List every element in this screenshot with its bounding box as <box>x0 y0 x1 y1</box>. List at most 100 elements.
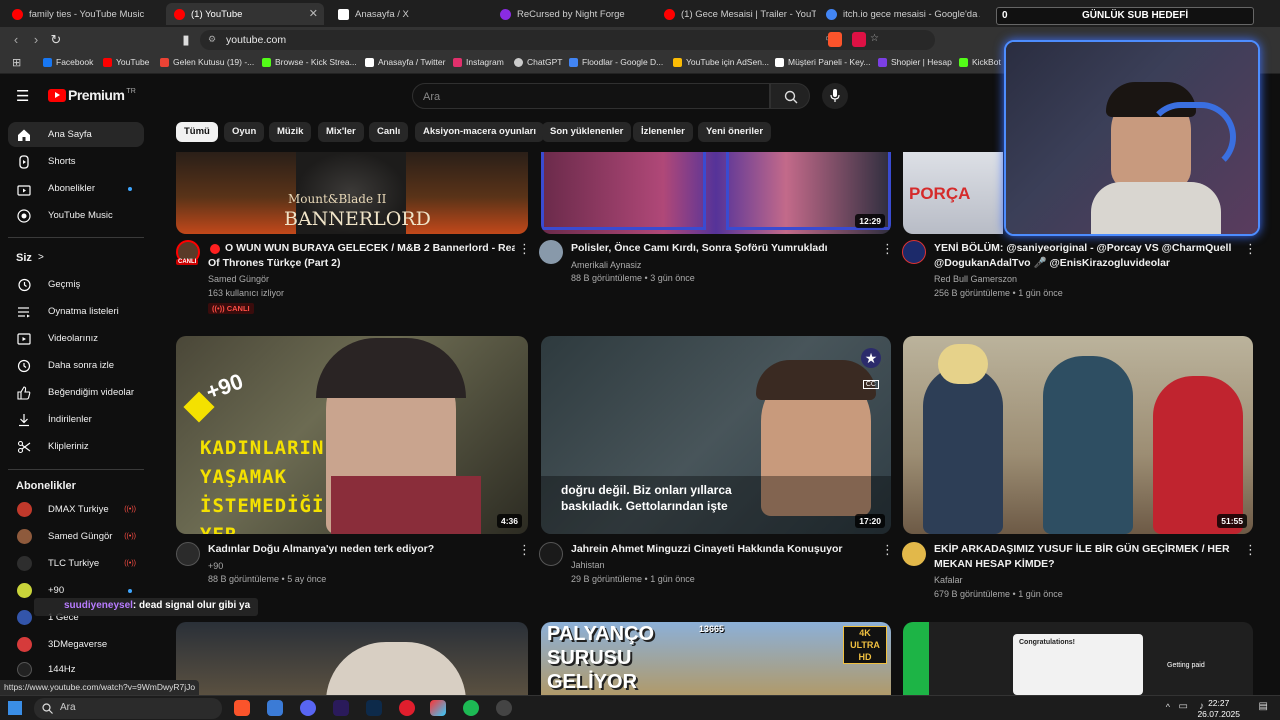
premiere-app-icon[interactable] <box>333 700 349 716</box>
channel-avatar[interactable] <box>539 542 563 566</box>
sidebar-item-youtube-music[interactable]: YouTube Music <box>8 203 144 228</box>
bookmark-item[interactable]: Anasayfa / Twitter <box>365 57 445 67</box>
sidebar-item-watch-later[interactable]: Daha sonra izle <box>8 353 144 378</box>
chip-live[interactable]: Canlı <box>369 122 409 142</box>
video-thumbnail[interactable]: doğru değil. Biz onları yıllarca baskıla… <box>541 336 891 534</box>
video-thumbnail[interactable]: PALYANÇO SURUSU GELİYOR 13665 4K ULTRA H… <box>541 622 891 695</box>
chip-music[interactable]: Müzik <box>269 122 312 142</box>
sidebar-item-liked-videos[interactable]: Beğendiğim videolar <box>8 380 144 405</box>
photoshop-app-icon[interactable] <box>366 700 382 716</box>
site-info-icon[interactable]: ⚙ <box>208 34 216 45</box>
apps-grid-icon[interactable]: ⊞ <box>12 56 21 69</box>
video-title[interactable]: Jahrein Ahmet Minguzzi Cinayeti Hakkında… <box>571 542 871 557</box>
channel-avatar[interactable] <box>902 240 926 264</box>
subscription-channel[interactable]: Samed Güngör ((•)) <box>8 524 144 549</box>
bookmark-item[interactable]: YouTube <box>103 57 149 67</box>
channel-avatar[interactable] <box>176 542 200 566</box>
app-icon[interactable] <box>267 700 283 716</box>
bookmark-item[interactable]: Müşteri Paneli - Key... <box>775 57 871 67</box>
video-title[interactable]: YENİ BÖLÜM: @saniyeoriginal - @Porcay VS… <box>934 241 1234 256</box>
channel-name[interactable]: Samed Güngör <box>208 272 269 286</box>
subscription-channel[interactable]: DMAX Turkiye ((•)) <box>8 497 144 522</box>
video-title[interactable]: O WUN WUN BURAYA GELECEK / M&B 2 Bannerl… <box>225 241 515 256</box>
brave-rewards-icon[interactable] <box>852 32 866 47</box>
star-icon[interactable]: ☆ <box>870 33 879 44</box>
channel-avatar[interactable] <box>539 240 563 264</box>
chip-gaming[interactable]: Oyun <box>224 122 265 142</box>
browser-tab[interactable]: family ties - YouTube Music <box>4 3 164 25</box>
brave-shield-icon[interactable] <box>828 32 842 47</box>
subscription-channel[interactable]: TLC Turkiye ((•)) <box>8 551 144 576</box>
subscription-channel[interactable]: 144Hz <box>8 657 144 682</box>
sidebar-you-heading[interactable]: Siz > <box>8 245 144 270</box>
browser-tab[interactable]: (1) Gece Mesaisi | Trailer - YouTube <box>656 3 816 25</box>
browser-tab[interactable]: ReCursed by Night Forge <box>492 3 654 25</box>
back-icon[interactable]: ‹ <box>8 32 24 48</box>
sidebar-item-home[interactable]: Ana Sayfa <box>8 122 144 147</box>
bookmark-item[interactable]: Floodlar - Google D... <box>569 57 663 67</box>
video-title-line2[interactable]: Of Thrones Türkçe (Part 2) <box>208 256 508 271</box>
voice-search-button[interactable] <box>822 83 848 109</box>
video-thumbnail[interactable]: PORÇA <box>903 152 1003 234</box>
video-title-line2[interactable]: @DogukanAdalTvo 🎤 @EnisKirazogluvideolar <box>934 256 1234 271</box>
more-options-icon[interactable]: ⋮ <box>881 241 894 257</box>
sidebar-item-history[interactable]: Geçmiş <box>8 272 144 297</box>
video-thumbnail[interactable]: 12:29 <box>541 152 891 234</box>
bookmark-item[interactable]: Shopier | Hesap <box>878 57 952 67</box>
channel-avatar[interactable] <box>902 542 926 566</box>
more-options-icon[interactable]: ⋮ <box>518 542 531 558</box>
channel-name[interactable]: +90 <box>208 559 223 573</box>
browser-tab-active[interactable]: (1) YouTube ✕ <box>166 3 324 25</box>
bookmark-item[interactable]: Facebook <box>43 57 93 67</box>
video-thumbnail[interactable]: Congratulations! Getting paid <box>903 622 1253 695</box>
chip-action-adventure[interactable]: Aksiyon-macera oyunları <box>415 122 544 142</box>
bookmark-item[interactable]: KickBot <box>959 57 1001 67</box>
tray-chevron-icon[interactable]: ^ <box>1166 702 1170 712</box>
opera-app-icon[interactable] <box>399 700 415 716</box>
spotify-app-icon[interactable] <box>463 700 479 716</box>
more-options-icon[interactable]: ⋮ <box>881 542 894 558</box>
bookmark-item[interactable]: Instagram <box>453 57 504 67</box>
brave-app-icon[interactable] <box>234 700 250 716</box>
more-options-icon[interactable]: ⋮ <box>518 241 531 257</box>
obs-app-icon[interactable] <box>496 700 512 716</box>
video-title[interactable]: Polisler, Önce Camı Kırdı, Sonra Şoförü … <box>571 241 871 256</box>
chip-watched[interactable]: İzlenenler <box>633 122 693 142</box>
video-thumbnail[interactable] <box>176 622 528 695</box>
browser-tab[interactable]: Anasayfa / X <box>330 3 490 25</box>
chip-new-to-you[interactable]: Yeni öneriler <box>698 122 772 142</box>
browser-tab[interactable]: itch.io gece mesaisi - Google'da Ara <box>818 3 980 25</box>
channel-name[interactable]: Red Bull Gamerszon <box>934 272 1017 286</box>
sidebar-item-downloads[interactable]: İndirilenler <box>8 407 144 432</box>
youtube-logo[interactable]: Premium TR <box>48 87 136 103</box>
sidebar-item-clips[interactable]: Klipleriniz <box>8 434 144 459</box>
more-options-icon[interactable]: ⋮ <box>1244 542 1257 558</box>
subscription-channel[interactable]: 3DMegaverse <box>8 632 144 657</box>
windows-start-icon[interactable] <box>8 701 22 715</box>
video-thumbnail[interactable]: +90 KADINLARIN YAŞAMAK İSTEMEDİĞİ YER 4:… <box>176 336 528 534</box>
more-options-icon[interactable]: ⋮ <box>1244 241 1257 257</box>
video-title[interactable]: EKİP ARKADAŞIMIZ YUSUF İLE BİR GÜN GEÇİR… <box>934 542 1234 557</box>
sidebar-item-your-videos[interactable]: Videolarınız <box>8 326 144 351</box>
forward-icon[interactable]: › <box>28 32 44 48</box>
channel-name[interactable]: Amerikali Aynasiz <box>571 258 641 272</box>
sidebar-item-subscriptions[interactable]: Abonelikler <box>8 176 144 201</box>
video-thumbnail[interactable]: Mount&Blade II BANNERLORD <box>176 152 528 234</box>
bookmark-item[interactable]: ChatGPT <box>514 57 562 67</box>
chip-mixes[interactable]: Mix'ler <box>318 122 364 142</box>
video-title-line2[interactable]: MEKAN HESAP KİMDE? <box>934 557 1234 572</box>
search-input[interactable] <box>423 88 753 105</box>
chip-recently-uploaded[interactable]: Son yüklenenler <box>542 122 632 142</box>
channel-name[interactable]: Jahistan <box>571 558 605 572</box>
discord-app-icon[interactable] <box>300 700 316 716</box>
search-box[interactable] <box>412 83 770 109</box>
video-title[interactable]: Kadınlar Doğu Almanya'yı neden terk ediy… <box>208 542 508 557</box>
sidebar-item-shorts[interactable]: Shorts <box>8 149 144 174</box>
url-field[interactable]: ⚙ youtube.com ▭ ⇪ ☆ <box>200 30 935 50</box>
bookmark-icon[interactable]: ▮ <box>178 32 194 48</box>
sidebar-item-playlists[interactable]: Oynatma listeleri <box>8 299 144 324</box>
taskbar-clock[interactable]: 22:27 26.07.2025 <box>1197 698 1240 720</box>
close-tab-icon[interactable]: ✕ <box>309 7 318 20</box>
chip-all[interactable]: Tümü <box>176 122 218 142</box>
network-icon[interactable]: ▭ <box>1179 701 1188 712</box>
